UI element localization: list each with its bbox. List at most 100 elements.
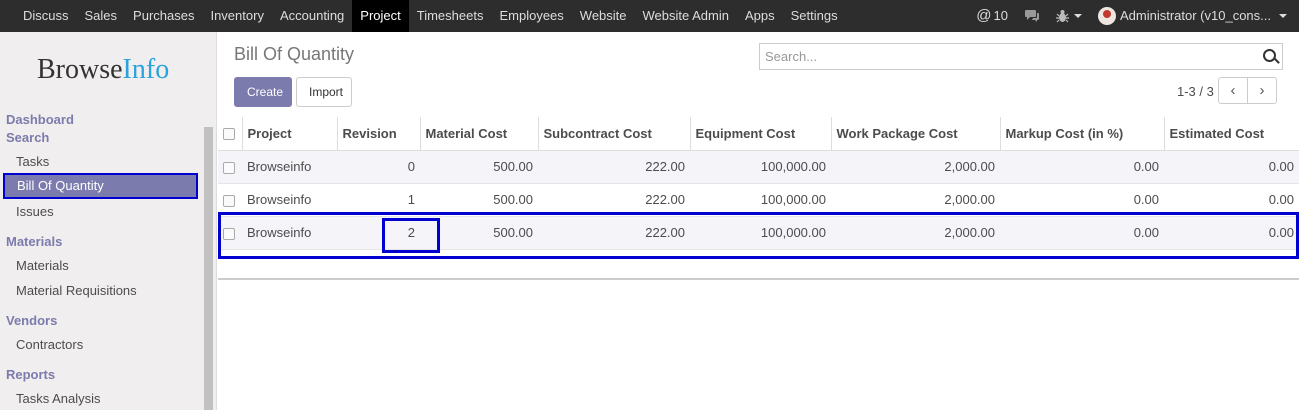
messaging-button[interactable]: [1016, 0, 1048, 32]
caret-down-icon: [1073, 14, 1082, 18]
column-header-equipment-cost[interactable]: Equipment Cost: [689, 117, 831, 151]
row-checkbox[interactable]: [223, 161, 235, 174]
column-header-material-cost[interactable]: Material Cost: [419, 117, 538, 151]
pager-next-button[interactable]: ›: [1247, 77, 1277, 104]
create-button[interactable]: Create: [234, 77, 292, 107]
cell-estimated-cost[interactable]: 0.00: [1164, 150, 1299, 184]
cell-equipment-cost[interactable]: 100,000.00: [690, 216, 831, 250]
sidebar-heading-dashboard[interactable]: Dashboard: [6, 112, 74, 127]
row-select-cell: [218, 150, 242, 184]
cell-subcontract-cost[interactable]: 222.00: [538, 216, 690, 250]
cell-equipment-cost[interactable]: 100,000.00: [690, 183, 831, 217]
cell-estimated-cost[interactable]: 0.00: [1164, 183, 1299, 217]
at-icon: @: [976, 7, 992, 24]
table-row[interactable]: Browseinfo 0 500.00 222.00 100,000.00 2,…: [218, 150, 1299, 184]
sidebar: BrowseInfo Dashboard Search Tasks Bill O…: [0, 32, 217, 410]
menu-employees[interactable]: Employees: [491, 0, 571, 32]
pager-previous-button[interactable]: ‹: [1218, 77, 1248, 104]
caret-down-icon: [1279, 14, 1287, 18]
import-button[interactable]: Import: [296, 77, 352, 107]
avatar: [1097, 7, 1116, 25]
column-header-markup-cost[interactable]: Markup Cost (in %): [999, 117, 1164, 151]
row-checkbox[interactable]: [223, 194, 235, 207]
menu-project[interactable]: Project: [352, 0, 409, 32]
logo-accent: Info: [122, 54, 170, 85]
menu-settings[interactable]: Settings: [783, 0, 846, 32]
menu-purchases[interactable]: Purchases: [125, 0, 202, 32]
table-header-row: Project Revision Material Cost Subcontra…: [218, 117, 1299, 151]
sidebar-item-tasks[interactable]: Tasks: [16, 154, 49, 169]
menu-inventory[interactable]: Inventory: [202, 0, 271, 32]
sidebar-item-tasks-analysis[interactable]: Tasks Analysis: [16, 391, 101, 406]
app-menu: Discuss Sales Purchases Inventory Accoun…: [15, 0, 846, 32]
user-menu[interactable]: Administrator (v10_cons...: [1090, 0, 1299, 32]
company-logo[interactable]: BrowseInfo: [37, 54, 169, 86]
cell-revision[interactable]: 1: [337, 183, 420, 217]
mentions-count: 10: [993, 8, 1008, 23]
sidebar-heading-search[interactable]: Search: [6, 130, 49, 145]
sidebar-item-material-requisitions[interactable]: Material Requisitions: [16, 283, 137, 298]
cell-markup-cost[interactable]: 0.00: [1000, 150, 1164, 184]
list-view: Project Revision Material Cost Subcontra…: [218, 117, 1299, 250]
menu-apps[interactable]: Apps: [737, 0, 783, 32]
column-header-revision[interactable]: Revision: [336, 117, 420, 151]
table-row[interactable]: Browseinfo 2 500.00 222.00 100,000.00 2,…: [218, 216, 1299, 250]
menu-discuss[interactable]: Discuss: [15, 0, 77, 32]
cell-markup-cost[interactable]: 0.00: [1000, 183, 1164, 217]
cell-markup-cost[interactable]: 0.00: [1000, 216, 1164, 250]
column-header-subcontract-cost[interactable]: Subcontract Cost: [537, 117, 690, 151]
search-icon[interactable]: [1263, 49, 1276, 62]
mentions-button[interactable]: @ 10: [968, 0, 1016, 32]
cell-work-package-cost[interactable]: 2,000.00: [831, 216, 1000, 250]
cell-material-cost[interactable]: 500.00: [420, 150, 538, 184]
top-navbar: Discuss Sales Purchases Inventory Accoun…: [0, 0, 1299, 32]
chevron-right-icon: ›: [1259, 82, 1265, 99]
cell-revision[interactable]: 2: [337, 216, 420, 250]
sidebar-item-issues[interactable]: Issues: [16, 204, 54, 219]
cell-project[interactable]: Browseinfo: [242, 216, 337, 250]
row-checkbox[interactable]: [223, 227, 235, 240]
topbar-systray: @ 10 Administrator (v10_cons...: [968, 0, 1299, 32]
column-header-project[interactable]: Project: [241, 117, 337, 151]
bug-icon: [1055, 10, 1069, 23]
menu-accounting[interactable]: Accounting: [272, 0, 352, 32]
sidebar-heading-materials[interactable]: Materials: [6, 234, 62, 249]
cell-material-cost[interactable]: 500.00: [420, 216, 538, 250]
cell-revision[interactable]: 0: [337, 150, 420, 184]
sidebar-item-materials[interactable]: Materials: [16, 258, 69, 273]
list-footer-divider: [218, 278, 1299, 280]
user-name: Administrator (v10_cons...: [1119, 8, 1271, 23]
logo-main: Browse: [37, 54, 123, 85]
chat-icon: [1024, 10, 1039, 22]
sidebar-heading-reports[interactable]: Reports: [6, 367, 55, 382]
cell-estimated-cost[interactable]: 0.00: [1164, 216, 1299, 250]
cell-project[interactable]: Browseinfo: [242, 150, 337, 184]
page-title: Bill Of Quantity: [234, 44, 355, 64]
column-header-work-package-cost[interactable]: Work Package Cost: [830, 117, 1000, 151]
cell-project[interactable]: Browseinfo: [242, 183, 337, 217]
cell-equipment-cost[interactable]: 100,000.00: [690, 150, 831, 184]
sidebar-item-contractors[interactable]: Contractors: [16, 337, 83, 352]
cell-material-cost[interactable]: 500.00: [420, 183, 538, 217]
sidebar-heading-vendors[interactable]: Vendors: [6, 313, 57, 328]
cell-subcontract-cost[interactable]: 222.00: [538, 150, 690, 184]
debug-button[interactable]: [1048, 0, 1090, 32]
cell-work-package-cost[interactable]: 2,000.00: [831, 183, 1000, 217]
sidebar-scrollbar[interactable]: [204, 127, 213, 410]
column-header-estimated-cost[interactable]: Estimated Cost: [1163, 117, 1299, 151]
sidebar-item-bill-of-quantity[interactable]: Bill Of Quantity: [3, 173, 198, 199]
row-select-cell: [218, 216, 242, 250]
menu-sales[interactable]: Sales: [77, 0, 126, 32]
search-input[interactable]: Search...: [759, 43, 1283, 70]
menu-timesheets[interactable]: Timesheets: [409, 0, 492, 32]
menu-website[interactable]: Website: [572, 0, 635, 32]
search-placeholder: Search...: [765, 49, 818, 64]
cell-subcontract-cost[interactable]: 222.00: [538, 183, 690, 217]
table-row[interactable]: Browseinfo 1 500.00 222.00 100,000.00 2,…: [218, 183, 1299, 217]
select-all-checkbox[interactable]: [223, 128, 235, 141]
menu-website-admin[interactable]: Website Admin: [635, 0, 737, 32]
bill-of-quantity-table: Project Revision Material Cost Subcontra…: [218, 117, 1299, 250]
cell-work-package-cost[interactable]: 2,000.00: [831, 150, 1000, 184]
pager-value[interactable]: 1-3 / 3: [1177, 84, 1214, 99]
chevron-left-icon: ‹: [1230, 82, 1236, 99]
